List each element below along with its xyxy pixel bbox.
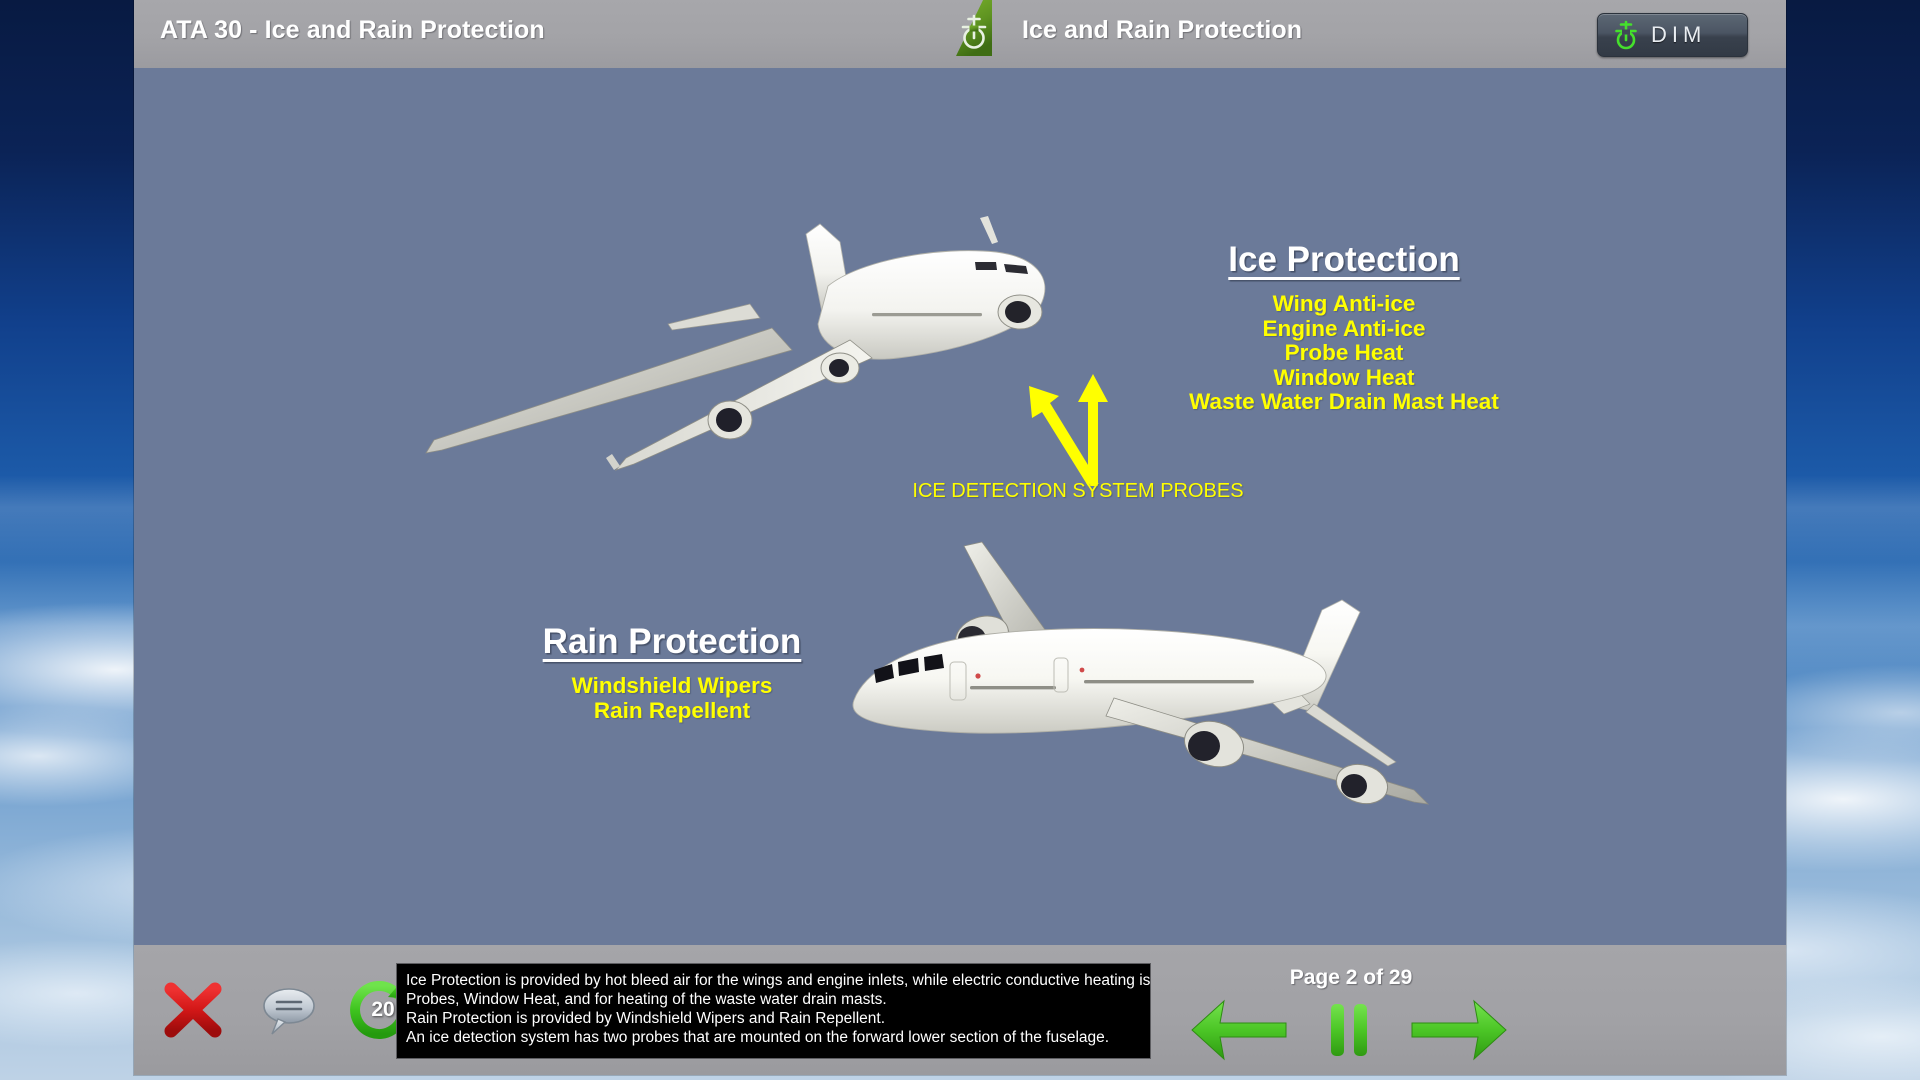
captions-button[interactable]: [250, 977, 328, 1043]
dim-button[interactable]: DIM: [1597, 13, 1748, 57]
list-item: Waste Water Drain Mast Heat: [1189, 389, 1499, 415]
dim-button-label: DIM: [1651, 22, 1707, 47]
courseware-window: ATA 30 - Ice and Rain Protection Ice and: [134, 0, 1786, 1075]
arrow-left-icon: [1191, 999, 1287, 1061]
pause-icon: [1331, 1004, 1367, 1056]
ice-protection-heading: Ice Protection: [1228, 240, 1460, 279]
power-aircraft-icon: [1615, 20, 1637, 50]
window-header: ATA 30 - Ice and Rain Protection Ice and: [134, 0, 1786, 68]
ice-detection-probes-label: ICE DETECTION SYSTEM PROBES: [912, 480, 1244, 502]
transcript-panel[interactable]: Ice Protection is provided by hot bleed …: [396, 963, 1151, 1059]
list-item: Window Heat: [1273, 364, 1415, 390]
aircraft-three-quarter-front-view: [852, 541, 1430, 805]
rain-protection-list: Windshield Wipers Rain Repellent: [472, 673, 872, 723]
previous-page-button[interactable]: [1188, 997, 1292, 1063]
page-indicator: Page 2 of 29: [1289, 966, 1413, 989]
lesson-title: Ice and Rain Protection: [1022, 16, 1303, 44]
ice-protection-block: Ice Protection Wing Anti-ice Engine Anti…: [1144, 240, 1544, 415]
list-item: Probe Heat: [1284, 340, 1404, 366]
module-title: ATA 30 - Ice and Rain Protection: [160, 16, 545, 44]
rain-protection-block: Rain Protection Windshield Wipers Rain R…: [472, 622, 872, 723]
speech-bubble-icon: [263, 988, 315, 1035]
close-x-icon: [164, 982, 222, 1038]
list-item: Windshield Wipers: [571, 673, 773, 698]
ice-protection-list: Wing Anti-ice Engine Anti-ice Probe Heat…: [1144, 291, 1544, 415]
transcript-line: Ice Protection is provided by hot bleed …: [406, 972, 1151, 989]
close-button[interactable]: [154, 973, 232, 1047]
transcript-line: An ice detection system has two probes t…: [406, 1029, 1110, 1047]
arrow-right-icon: [1411, 999, 1507, 1061]
player-control-bar: 20 Ice Protection is provided by hot ble…: [134, 945, 1786, 1075]
next-page-button[interactable]: [1406, 997, 1510, 1063]
list-item: Engine Anti-ice: [1262, 315, 1426, 341]
pause-button[interactable]: [1318, 999, 1380, 1061]
aircraft-three-quarter-rear-view: [425, 216, 1046, 471]
transcript-line: Rain Protection is provided by Windshiel…: [406, 1010, 886, 1028]
list-item: Rain Repellent: [593, 697, 751, 723]
transcript-line: Probes, Window Heat, and for heating of …: [406, 991, 887, 1009]
rain-protection-heading: Rain Protection: [542, 622, 802, 661]
list-item: Wing Anti-ice: [1272, 291, 1416, 316]
slide-stage: Ice Protection Wing Anti-ice Engine Anti…: [134, 68, 1786, 945]
